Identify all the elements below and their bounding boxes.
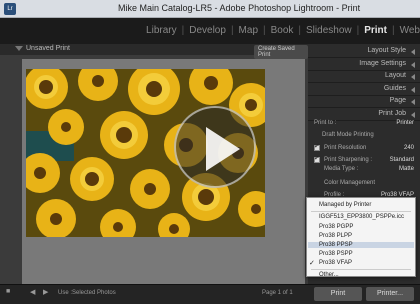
section-page[interactable]: Page xyxy=(308,95,420,108)
dropdown-item[interactable]: Other... xyxy=(319,272,339,278)
dropdown-item[interactable]: IGGF513_EPP3800_PSPPe.icc xyxy=(319,214,404,220)
unsaved-print-title: Unsaved Print xyxy=(26,45,70,52)
section-label: Guides xyxy=(383,84,406,92)
module-print[interactable]: Print xyxy=(364,25,387,36)
module-separator: | xyxy=(263,25,266,36)
print-sharpening-label: Print Sharpening : xyxy=(324,157,373,163)
dropdown-item[interactable]: Pro38 PPSP xyxy=(308,242,414,248)
window-titlebar: Lr Mike Main Catalog-LR5 - Adobe Photosh… xyxy=(0,0,420,18)
module-separator: | xyxy=(356,25,360,36)
section-image-settings[interactable]: Image Settings xyxy=(308,58,420,71)
collapse-arrow-icon[interactable] xyxy=(15,46,23,51)
module-slideshow[interactable]: Slideshow xyxy=(306,25,352,36)
next-icon[interactable]: ▶ xyxy=(43,288,48,296)
dropdown-item[interactable]: Pro38 PLPP xyxy=(319,233,352,239)
section-guides[interactable]: Guides xyxy=(308,83,420,96)
module-separator: | xyxy=(181,25,185,36)
color-management-label: Color Management xyxy=(324,180,376,186)
collapse-triangle-icon[interactable] xyxy=(411,61,415,68)
dropdown-item[interactable]: Pro38 VFAP xyxy=(319,260,352,266)
dropdown-separator xyxy=(311,211,411,212)
section-label: Page xyxy=(389,97,406,104)
collapse-triangle-icon[interactable] xyxy=(411,74,415,80)
section-label: Layout xyxy=(384,72,406,79)
section-label: Print Job xyxy=(378,109,406,117)
collapse-triangle-icon[interactable] xyxy=(411,49,415,55)
section-layout[interactable]: Layout xyxy=(308,70,420,83)
previous-icon[interactable]: ◀ xyxy=(30,288,35,296)
print-resolution-label: Print Resolution xyxy=(324,145,367,151)
dropdown-item[interactable]: Pro38 PSPP xyxy=(319,251,353,257)
print-resolution-value[interactable]: 240 xyxy=(404,145,414,151)
media-type-select[interactable]: Matte xyxy=(399,166,414,172)
media-type-label: Media Type : xyxy=(324,166,359,172)
section-print-job[interactable]: Print Job xyxy=(308,108,420,121)
section-layout-style[interactable]: Layout Style xyxy=(308,45,420,58)
bottom-toolbar: ■ ◀ ▶ Use : Selected Photos Page 1 of 1 … xyxy=(0,284,420,304)
use-label: Use : xyxy=(58,290,73,296)
use-select[interactable]: Selected Photos xyxy=(72,290,116,296)
dropdown-item[interactable]: Managed by Printer xyxy=(319,202,371,208)
dropdown-separator xyxy=(311,269,411,270)
module-picker: Library | Develop | Map | Book | Slideshow | Print… xyxy=(0,18,420,44)
collapse-triangle-icon[interactable] xyxy=(411,99,415,105)
print-sharpening-select[interactable]: Standard xyxy=(390,157,414,163)
module-web[interactable]: Web xyxy=(400,25,420,36)
page-indicator: Page 1 of 1 xyxy=(262,290,293,296)
section-label: Layout Style xyxy=(367,47,406,54)
section-label: Image Settings xyxy=(359,59,406,67)
collapse-triangle-icon[interactable] xyxy=(411,111,415,118)
module-list: Library | Develop | Map | Book | Slideshow | Print… xyxy=(146,25,420,36)
print-to-select[interactable]: Printer xyxy=(396,120,414,126)
draft-mode-label[interactable]: Draft Mode Printing xyxy=(322,132,374,138)
print-canvas: Unsaved Print Create Saved Print xyxy=(0,44,308,292)
module-separator: | xyxy=(298,25,302,36)
module-book[interactable]: Book xyxy=(271,25,294,36)
stop-icon[interactable]: ■ xyxy=(6,288,10,295)
module-separator: | xyxy=(230,25,234,36)
print-resolution-checkbox[interactable] xyxy=(314,142,320,151)
checkmark-icon: ✓ xyxy=(309,260,315,267)
module-separator: | xyxy=(392,25,395,36)
play-button[interactable] xyxy=(174,106,256,188)
profile-dropdown-menu: Managed by Printer IGGF513_EPP3800_PSPPe.… xyxy=(306,197,416,278)
lightroom-app-icon: Lr xyxy=(4,3,16,15)
create-saved-print-button[interactable]: Create Saved Print xyxy=(254,45,308,59)
play-icon xyxy=(206,127,240,171)
module-develop[interactable]: Develop xyxy=(189,25,226,36)
collapse-triangle-icon[interactable] xyxy=(411,86,415,93)
printer-button[interactable]: Printer... xyxy=(366,287,414,301)
module-map[interactable]: Map xyxy=(239,25,258,36)
print-button[interactable]: Print xyxy=(314,287,362,301)
window-title: Mike Main Catalog-LR5 - Adobe Photoshop … xyxy=(118,3,361,13)
dropdown-item[interactable]: Pro38 PGPP xyxy=(319,224,353,230)
print-to-label: Print to : xyxy=(314,120,337,126)
print-sharpening-checkbox[interactable] xyxy=(314,154,320,163)
module-library[interactable]: Library xyxy=(146,25,177,36)
canvas-header: Unsaved Print Create Saved Print xyxy=(0,44,308,59)
